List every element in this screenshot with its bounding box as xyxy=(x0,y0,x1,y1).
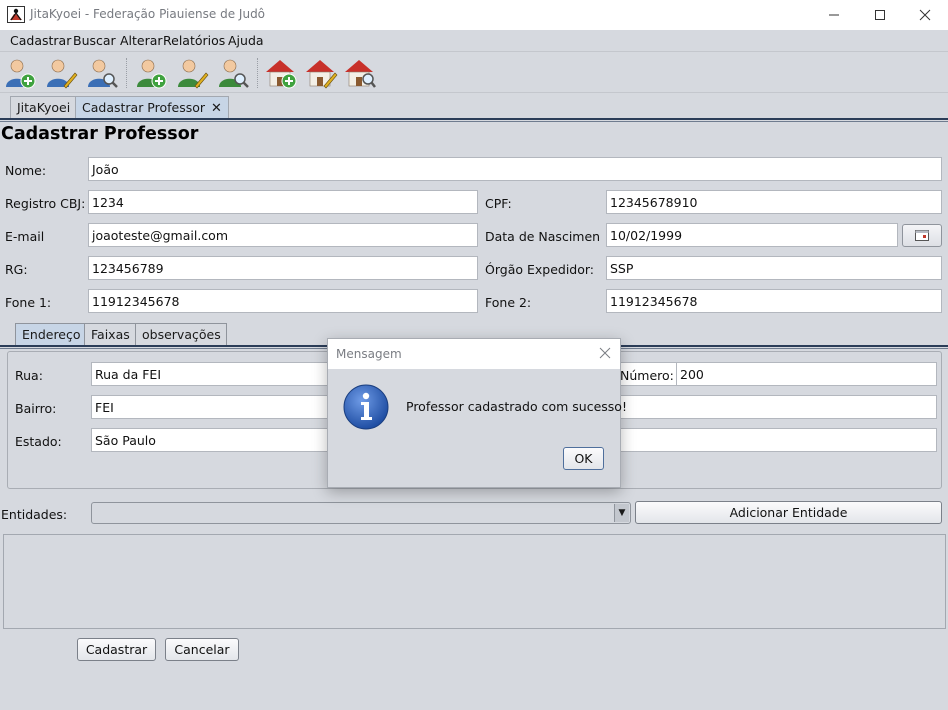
page-title: Cadastrar Professor xyxy=(1,124,199,144)
adicionar-entidade-button[interactable]: Adicionar Entidade xyxy=(635,501,942,524)
person-add-icon xyxy=(137,59,167,89)
registro-field[interactable]: 1234 xyxy=(88,190,478,214)
maximize-button[interactable] xyxy=(857,0,903,30)
person-edit-icon xyxy=(178,59,209,89)
fone1-field[interactable]: 11912345678 xyxy=(88,289,478,313)
registro-label: Registro CBJ: xyxy=(5,196,86,211)
cpf-field[interactable]: 12345678910 xyxy=(606,190,942,214)
menu-ajuda[interactable]: Ajuda xyxy=(228,33,264,48)
numero-label: Número: xyxy=(620,368,674,383)
chevron-down-icon[interactable]: ▼ xyxy=(614,504,629,522)
search-entity-button[interactable] xyxy=(343,56,377,90)
entidades-label: Entidades: xyxy=(1,507,68,522)
info-icon xyxy=(343,384,389,430)
tab-endereco[interactable]: Endereço xyxy=(15,323,87,346)
tab-jitakyoei[interactable]: JitaKyoei xyxy=(10,96,78,119)
person-search-icon xyxy=(219,59,249,88)
entidades-select[interactable]: ▼ xyxy=(91,502,631,524)
dialog-title: Mensagem xyxy=(336,347,402,361)
person-edit-icon xyxy=(47,59,78,89)
add-entity-button[interactable] xyxy=(264,56,298,90)
close-icon[interactable] xyxy=(599,347,611,359)
cpf-label: CPF: xyxy=(485,196,512,211)
maximize-icon xyxy=(875,10,885,20)
nome-field[interactable]: João xyxy=(88,157,942,181)
rg-label: RG: xyxy=(5,262,28,277)
menu-relatorios[interactable]: Relatórios xyxy=(163,33,225,48)
date-picker-button[interactable] xyxy=(902,224,942,247)
minimize-button[interactable] xyxy=(811,0,857,30)
rg-field[interactable]: 123456789 xyxy=(88,256,478,280)
numero-field[interactable]: 200 xyxy=(676,362,937,386)
tab-label: Cadastrar Professor xyxy=(82,100,206,115)
house-search-icon xyxy=(345,60,376,88)
tab-faixas[interactable]: Faixas xyxy=(84,323,136,346)
ok-button[interactable]: OK xyxy=(563,447,604,470)
close-window-button[interactable] xyxy=(902,0,948,30)
message-dialog: Mensagem Professor cadastrado com sucess… xyxy=(327,338,627,488)
fone1-label: Fone 1: xyxy=(5,295,52,310)
menu-alterar[interactable]: Alterar xyxy=(120,33,163,48)
house-edit-icon xyxy=(306,60,338,89)
cadastrar-button[interactable]: Cadastrar xyxy=(77,638,156,661)
orgao-label: Órgão Expedidor: xyxy=(485,262,595,277)
calendar-icon xyxy=(915,230,929,241)
menu-cadastrar[interactable]: Cadastrar xyxy=(10,33,71,48)
nome-label: Nome: xyxy=(5,163,47,178)
house-add-icon xyxy=(266,60,297,89)
window-titlebar: JitaKyoei - Federação Piauiense de Judô xyxy=(0,0,948,30)
search-professor-button[interactable] xyxy=(216,56,250,90)
dialog-message: Professor cadastrado com sucesso! xyxy=(406,399,627,414)
toolbar xyxy=(0,51,948,93)
orgao-field[interactable]: SSP xyxy=(606,256,942,280)
fone2-label: Fone 2: xyxy=(485,295,532,310)
entidades-list[interactable] xyxy=(3,534,946,629)
tab-label: JitaKyoei xyxy=(17,100,71,115)
search-athlete-button[interactable] xyxy=(85,56,119,90)
tab-cadastrar-professor[interactable]: Cadastrar Professor ✕ xyxy=(75,96,229,119)
cancelar-button[interactable]: Cancelar xyxy=(165,638,239,661)
toolbar-separator xyxy=(126,58,127,88)
menu-buscar[interactable]: Buscar xyxy=(73,33,116,48)
nascimento-field[interactable]: 10/02/1999 xyxy=(606,223,898,247)
close-icon xyxy=(919,9,931,21)
rua-label: Rua: xyxy=(15,368,43,383)
tab-divider xyxy=(0,118,948,120)
close-tab-icon[interactable]: ✕ xyxy=(211,101,222,116)
minimize-icon xyxy=(829,14,839,16)
add-professor-button[interactable] xyxy=(134,56,168,90)
person-search-icon xyxy=(88,59,118,88)
add-athlete-button[interactable] xyxy=(3,56,37,90)
window-title: JitaKyoei - Federação Piauiense de Judô xyxy=(30,7,266,21)
tab-observacoes[interactable]: observações xyxy=(135,323,227,346)
email-label: E-mail xyxy=(5,229,45,244)
edit-entity-button[interactable] xyxy=(304,56,338,90)
fone2-field[interactable]: 11912345678 xyxy=(606,289,942,313)
app-logo-icon xyxy=(7,6,25,23)
edit-athlete-button[interactable] xyxy=(44,56,78,90)
person-add-icon xyxy=(6,59,36,89)
email-field[interactable]: joaoteste@gmail.com xyxy=(88,223,478,247)
nascimento-label: Data de Nascimen... xyxy=(485,229,600,244)
menu-bar: Cadastrar Buscar Alterar Relatórios Ajud… xyxy=(0,30,948,51)
edit-professor-button[interactable] xyxy=(175,56,209,90)
rua-value: Rua da FEI xyxy=(95,367,162,382)
estado-label: Estado: xyxy=(15,434,62,449)
bairro-label: Bairro: xyxy=(15,401,57,416)
dialog-titlebar: Mensagem xyxy=(328,339,620,369)
toolbar-separator xyxy=(257,58,258,88)
tab-divider xyxy=(0,121,948,122)
